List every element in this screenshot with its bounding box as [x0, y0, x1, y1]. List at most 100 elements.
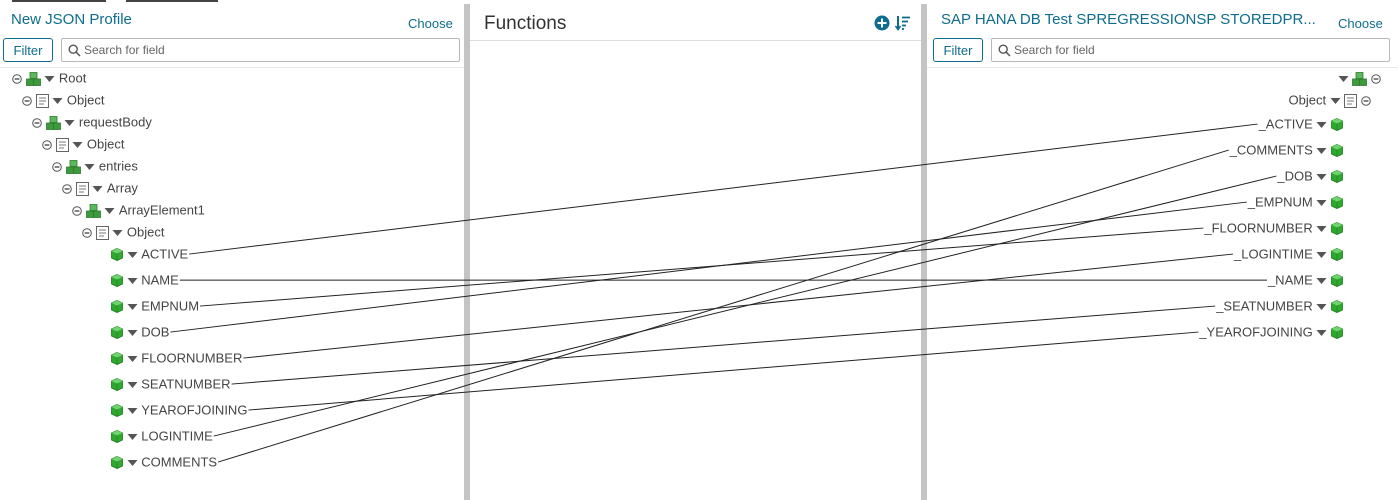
caret-down-icon[interactable] [127, 277, 138, 285]
top-edge-mark [126, 0, 218, 2]
destination-choose-link[interactable]: Choose [1338, 16, 1383, 31]
collapse-icon[interactable] [1361, 95, 1371, 106]
caret-down-icon[interactable] [104, 207, 115, 215]
source-tree-node[interactable]: Object [42, 134, 124, 154]
caret-down-icon[interactable] [92, 185, 103, 193]
caret-down-icon[interactable] [64, 119, 75, 127]
destination-profile-panel: SAP HANA DB Test SPREGRESSIONSP STOREDPR… [927, 4, 1398, 500]
caret-down-icon[interactable] [72, 141, 83, 149]
caret-down-icon[interactable] [1316, 121, 1327, 129]
destination-field-label: _NAME [1267, 272, 1313, 288]
destination-tree-node[interactable] [1338, 68, 1381, 88]
destination-search-box[interactable] [991, 38, 1390, 62]
destination-search-input[interactable] [1014, 41, 1374, 59]
source-tree-node[interactable]: Object [82, 222, 164, 242]
source-search-box[interactable] [61, 38, 460, 62]
caret-down-icon[interactable] [84, 163, 95, 171]
collapse-icon[interactable] [22, 95, 32, 106]
caret-down-icon[interactable] [1316, 251, 1327, 259]
caret-down-icon[interactable] [127, 303, 138, 311]
caret-down-icon[interactable] [1316, 277, 1327, 285]
source-tree-node[interactable]: DOB [111, 322, 169, 342]
collapse-icon[interactable] [72, 205, 82, 216]
destination-tree-node[interactable]: _DOB [1277, 166, 1343, 186]
caret-down-icon[interactable] [112, 229, 123, 237]
destination-tree-node[interactable]: _ACTIVE [1259, 114, 1343, 134]
source-filter-button[interactable]: Filter [3, 38, 53, 62]
destination-filter-button[interactable]: Filter [933, 38, 983, 62]
collapse-icon[interactable] [52, 161, 62, 172]
collapse-icon[interactable] [32, 117, 42, 128]
source-field-label: Root [58, 70, 87, 86]
destination-tree-node[interactable]: _SEATNUMBER [1216, 296, 1343, 316]
functions-toolbar [874, 14, 911, 32]
group-icon [1352, 71, 1368, 86]
source-tree-node[interactable]: LOGINTIME [111, 426, 213, 446]
source-tree-node[interactable]: ACTIVE [111, 244, 188, 264]
collapse-icon[interactable] [12, 73, 22, 84]
source-field-label: COMMENTS [141, 454, 218, 470]
object-icon [35, 93, 49, 108]
destination-tree-node[interactable]: _LOGINTIME [1234, 244, 1343, 264]
caret-down-icon[interactable] [44, 75, 55, 83]
destination-profile-title: SAP HANA DB Test SPREGRESSIONSP STOREDPR… [941, 11, 1316, 28]
source-search-input[interactable] [84, 41, 444, 59]
field-icon [1331, 248, 1343, 262]
source-choose-link[interactable]: Choose [408, 16, 453, 31]
collapse-icon[interactable] [1371, 73, 1381, 84]
source-tree-node[interactable]: COMMENTS [111, 452, 217, 472]
source-tree-node[interactable]: requestBody [32, 112, 152, 132]
source-tree-node[interactable]: Root [12, 68, 86, 88]
caret-down-icon[interactable] [1316, 199, 1327, 207]
field-icon [111, 274, 123, 288]
caret-down-icon[interactable] [127, 251, 138, 259]
source-profile-title: New JSON Profile [11, 11, 132, 28]
caret-down-icon[interactable] [1338, 75, 1349, 83]
caret-down-icon[interactable] [127, 381, 138, 389]
source-tree-node[interactable]: FLOORNUMBER [111, 348, 242, 368]
caret-down-icon[interactable] [1316, 173, 1327, 181]
caret-down-icon[interactable] [1316, 329, 1327, 337]
source-field-label: ACTIVE [141, 246, 189, 262]
destination-tree-node[interactable]: _EMPNUM [1248, 192, 1343, 212]
destination-tree-node[interactable]: _FLOORNUMBER [1204, 218, 1343, 238]
source-field-label: DOB [141, 324, 170, 340]
source-tree-node[interactable]: EMPNUM [111, 296, 199, 316]
caret-down-icon[interactable] [127, 433, 138, 441]
source-tree-node[interactable]: Array [62, 178, 138, 198]
destination-field-label: _SEATNUMBER [1216, 298, 1313, 314]
destination-tree-node[interactable]: Object [1289, 90, 1371, 110]
caret-down-icon[interactable] [1330, 97, 1341, 105]
destination-tree-node[interactable]: _COMMENTS [1230, 140, 1343, 160]
caret-down-icon[interactable] [127, 329, 138, 337]
destination-tree-node[interactable]: _YEAROFJOINING [1199, 322, 1343, 342]
collapse-icon[interactable] [42, 139, 52, 150]
source-tree-node[interactable]: entries [52, 156, 138, 176]
collapse-icon[interactable] [82, 227, 92, 238]
caret-down-icon[interactable] [1316, 147, 1327, 155]
source-tree-node[interactable]: Object [22, 90, 104, 110]
source-field-label: entries [98, 158, 138, 174]
destination-tree-node[interactable]: _NAME [1268, 270, 1343, 290]
collapse-icon[interactable] [62, 183, 72, 194]
source-tree-node[interactable]: SEATNUMBER [111, 374, 231, 394]
source-tree-node[interactable]: NAME [111, 270, 179, 290]
caret-down-icon[interactable] [127, 407, 138, 415]
add-function-icon[interactable] [874, 15, 890, 31]
source-field-label: requestBody [78, 114, 152, 130]
sort-icon[interactable] [894, 15, 911, 31]
search-icon [998, 44, 1011, 57]
caret-down-icon[interactable] [1316, 303, 1327, 311]
field-icon [111, 404, 123, 418]
caret-down-icon[interactable] [127, 355, 138, 363]
caret-down-icon[interactable] [127, 459, 138, 467]
destination-field-label: _EMPNUM [1247, 194, 1313, 210]
source-tree-node[interactable]: YEAROFJOINING [111, 400, 247, 420]
source-field-label: YEAROFJOINING [141, 402, 248, 418]
caret-down-icon[interactable] [1316, 225, 1327, 233]
caret-down-icon[interactable] [52, 97, 63, 105]
destination-field-label: _COMMENTS [1229, 142, 1313, 158]
source-tree-node[interactable]: ArrayElement1 [72, 200, 205, 220]
field-icon [111, 378, 123, 392]
group-icon [45, 115, 61, 130]
